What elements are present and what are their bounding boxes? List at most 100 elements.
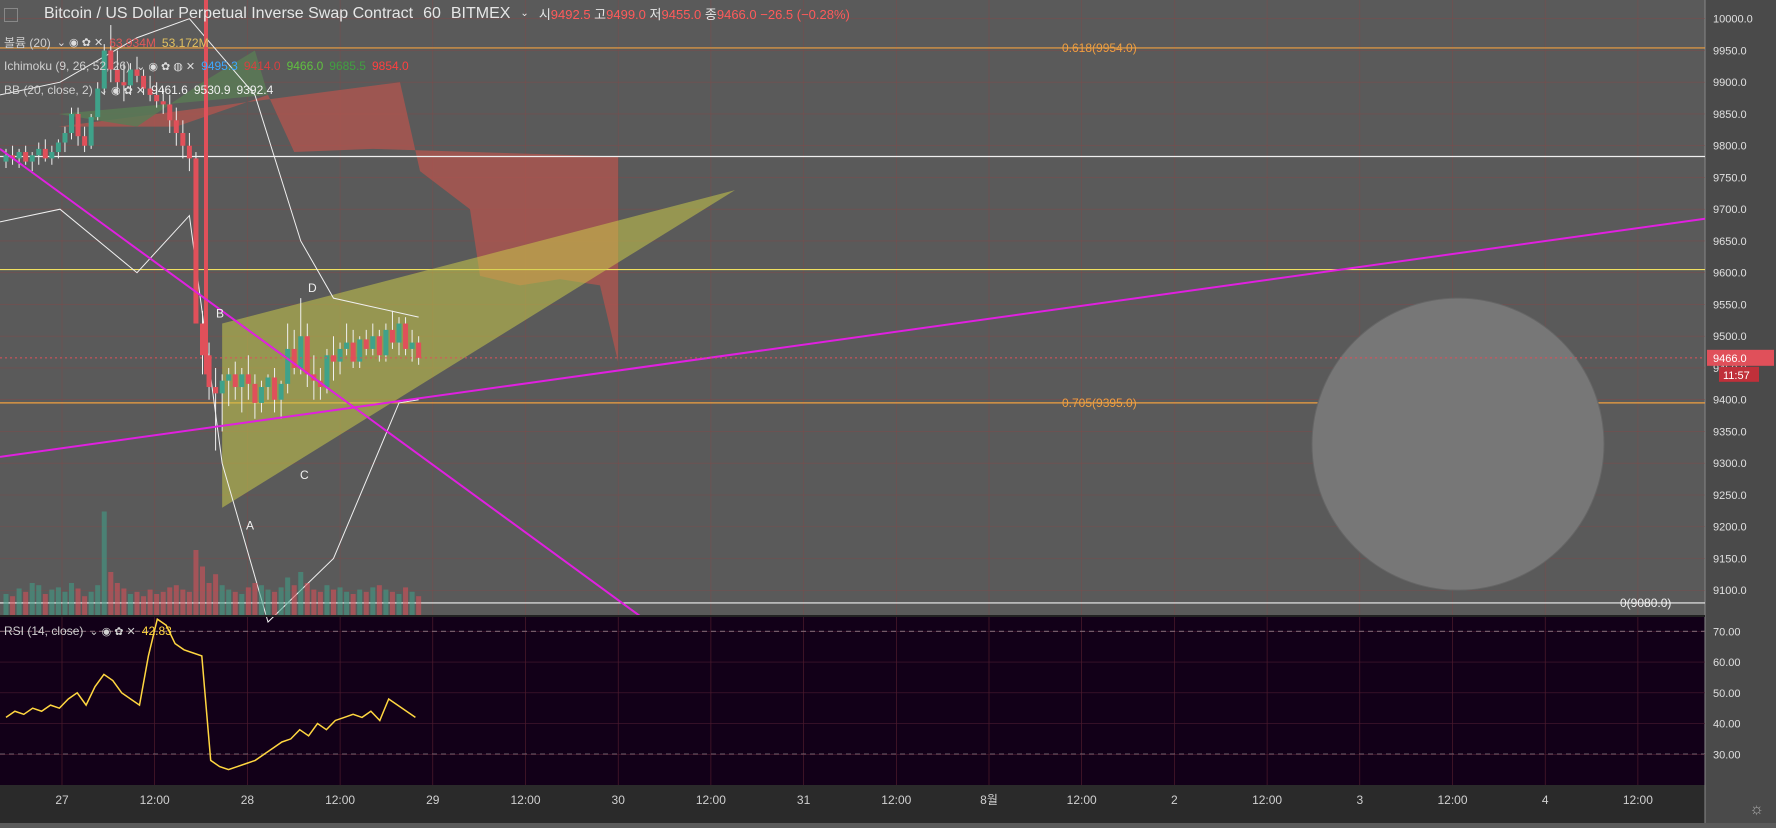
volume-bar [180, 589, 186, 616]
ichimoku-value-3: 9466.0 [286, 59, 324, 73]
interval-label[interactable]: 60 [423, 5, 441, 23]
y-tick-label: 9550.0 [1713, 299, 1747, 311]
x-tick-label: 8월 [980, 793, 998, 807]
y-tick-label: 9950.0 [1713, 45, 1747, 57]
volume-bar [389, 591, 395, 616]
ichimoku-legend[interactable]: Ichimoku (9, 26, 52, 26) ⌄ ◉ ✿ ◍ ✕ 9495.… [4, 59, 409, 73]
x-tick-label: 12:00 [1437, 793, 1467, 807]
bb-value-1: 9461.6 [151, 83, 188, 97]
y-tick-label: 9800.0 [1713, 141, 1747, 153]
volume-bar [239, 594, 245, 616]
x-tick-label: 12:00 [881, 793, 911, 807]
candle-body [252, 383, 258, 403]
candle-body [337, 348, 343, 362]
candle-body [88, 117, 94, 146]
gear-icon[interactable]: ☼ [1749, 801, 1764, 819]
rsi-tick-label: 60.00 [1713, 657, 1741, 669]
candle-body [75, 113, 81, 137]
volume-value-2: 53.172M [161, 35, 209, 50]
rsi-label: RSI (14, close) [4, 624, 84, 638]
indicator-controls-icon[interactable]: ⌄ ◉ ✿ ◍ ✕ [136, 60, 195, 73]
x-tick-label: 12:00 [140, 793, 170, 807]
volume-bar [95, 585, 101, 616]
bb-value-3: 9392.4 [236, 83, 274, 97]
candle-body [324, 355, 330, 388]
exchange-label[interactable]: BITMEX [451, 5, 511, 23]
low-label: 저 [649, 7, 662, 22]
bb-label: BB (20, close, 2) [4, 83, 93, 97]
volume-bar [245, 587, 251, 616]
ichimoku-label: Ichimoku (9, 26, 52, 26) [4, 59, 131, 73]
volume-value-1: 63.934M [109, 35, 156, 50]
volume-bar [121, 588, 127, 616]
volume-bar [376, 585, 382, 616]
collapse-icon[interactable] [4, 8, 18, 22]
volume-bar [337, 587, 343, 616]
volume-bar [311, 589, 317, 616]
candle-body [69, 113, 74, 134]
candle-body [193, 158, 199, 324]
volume-bar [344, 591, 350, 616]
candle-body [396, 323, 402, 343]
y-tick-label: 9850.0 [1713, 109, 1747, 121]
volume-bar [173, 585, 179, 616]
volume-bar [252, 583, 258, 616]
x-tick-label: 31 [797, 793, 811, 807]
candle-body [389, 329, 395, 343]
volume-bar [298, 572, 304, 616]
y-tick-label: 9250.0 [1713, 490, 1747, 502]
candle-body [213, 387, 219, 394]
candle-body [82, 136, 88, 146]
indicator-controls-icon[interactable]: ⌄ ◉ ✿ ✕ [89, 625, 135, 638]
bb-legend[interactable]: BB (20, close, 2) ⌄ ◉ ✿ ✕ 9461.6 9530.9 … [4, 83, 273, 97]
volume-bar [186, 591, 192, 616]
pattern-point-label: C [300, 468, 309, 482]
rsi-legend[interactable]: RSI (14, close) ⌄ ◉ ✿ ✕ 42.83 [4, 624, 172, 638]
indicator-controls-icon[interactable]: ⌄ ◉ ✿ ✕ [57, 36, 103, 49]
volume-bar [134, 591, 140, 616]
candle-body [344, 342, 350, 349]
y-tick-label: 10000.0 [1713, 14, 1753, 26]
candle-body [298, 336, 304, 368]
volume-legend[interactable]: 볼륨 (20) ⌄ ◉ ✿ ✕ 63.934M 53.172M [4, 34, 209, 51]
countdown-label: 11:57 [1723, 370, 1750, 382]
volume-bar [331, 589, 336, 616]
y-tick-label: 9200.0 [1713, 522, 1747, 534]
volume-bar [114, 583, 120, 616]
chevron-down-icon[interactable]: ⌄ [520, 8, 528, 19]
candle-body [258, 387, 264, 403]
candle-body [383, 329, 389, 356]
candle-body [160, 101, 166, 105]
high-label: 고 [594, 7, 607, 22]
volume-bar [193, 550, 199, 616]
symbol-title[interactable]: Bitcoin / US Dollar Perpetual Inverse Sw… [44, 5, 413, 23]
y-tick-label: 9150.0 [1713, 553, 1747, 565]
bb-value-2: 9530.9 [193, 83, 231, 97]
candle-body [403, 323, 409, 349]
y-tick-label: 9300.0 [1713, 458, 1747, 470]
candle-body [62, 133, 68, 143]
volume-bar [206, 583, 212, 616]
volume-bar [285, 577, 291, 616]
y-tick-label: 9600.0 [1713, 268, 1747, 280]
x-tick-label: 4 [1542, 793, 1549, 807]
candle-body [245, 374, 251, 384]
candle-body [331, 355, 336, 362]
volume-bar [49, 589, 55, 616]
candle-body [219, 380, 225, 394]
indicator-controls-icon[interactable]: ⌄ ◉ ✿ ✕ [99, 84, 145, 97]
volume-bar [232, 591, 238, 616]
volume-bar [324, 585, 330, 616]
chart-root[interactable]: 27 12:00 28 12:00 29 12:00 30 12:00 31 12:00 8월 12:… [0, 0, 1776, 823]
volume-bar [88, 591, 94, 616]
candle-body [278, 383, 284, 400]
high-value: 9499.0 [606, 7, 646, 22]
close-value: 9466.0 [716, 7, 757, 22]
ohlc-values: 시9492.5 고9499.0 저9455.0 종9466.0 −26.5 (−… [539, 4, 850, 23]
volume-bar [291, 585, 297, 616]
rsi-tick-label: 30.00 [1713, 749, 1741, 761]
chart-canvas[interactable]: 27 12:00 28 12:00 29 12:00 30 12:00 31 12:00 8월 12:… [0, 0, 1776, 823]
volume-bar [403, 587, 409, 616]
ichimoku-value-5: 9854.0 [371, 59, 409, 73]
x-tick-label: 12:00 [696, 793, 726, 807]
